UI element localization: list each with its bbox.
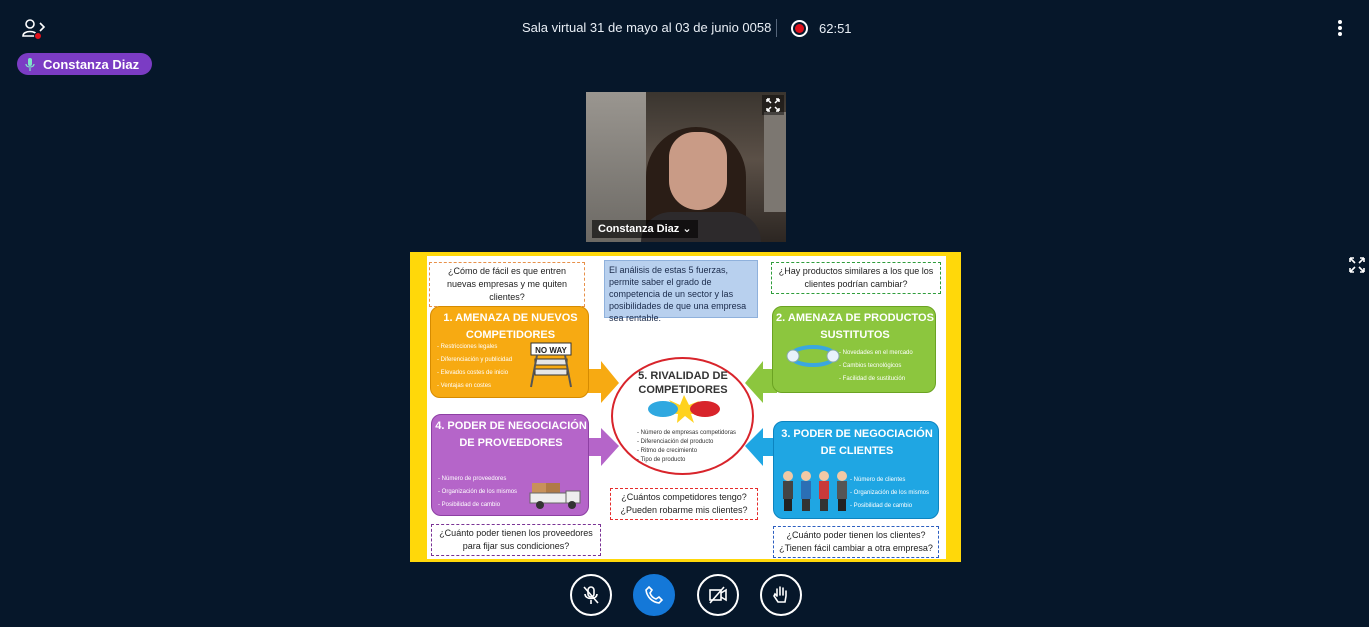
question-competitors: ¿Cuántos competidores tengo? ¿Pueden rob… bbox=[610, 488, 758, 520]
list-item: Restricciones legales bbox=[437, 341, 512, 354]
video-off-icon bbox=[709, 586, 727, 604]
mic-icon bbox=[25, 57, 35, 71]
list-item: Elevados costes de inicio bbox=[437, 367, 512, 380]
barrier-sign-text: NO WAY bbox=[535, 346, 567, 355]
users-list-toggle[interactable] bbox=[22, 18, 48, 40]
barrier-icon: NO WAY bbox=[530, 342, 572, 388]
webcam-user-name[interactable]: Constanza Diaz ⌄ bbox=[592, 220, 698, 238]
force-title: 3. PODER DE NEGOCIACIÓN DE CLIENTES bbox=[781, 428, 933, 457]
rivalry-items: Número de empresas competidoras Diferenc… bbox=[637, 429, 737, 465]
question-clients: ¿Cuánto poder tienen los clientes? ¿Tien… bbox=[773, 526, 939, 558]
list-item: Cambios tecnológicos bbox=[839, 360, 913, 373]
fullscreen-icon bbox=[766, 98, 780, 112]
force-items: Número de clientes Organización de los m… bbox=[850, 474, 929, 513]
list-item: Número de clientes bbox=[850, 474, 929, 487]
force-substitutes: 2. AMENAZA DE PRODUCTOS SUSTITUTOS Noved… bbox=[772, 306, 936, 393]
presentation-slide: ¿Cómo de fácil es que entren nuevas empr… bbox=[410, 252, 961, 562]
more-vertical-icon[interactable] bbox=[1332, 18, 1348, 40]
list-item: Organización de los mismos bbox=[850, 487, 929, 500]
list-item: Ritmo de crecimiento bbox=[637, 447, 736, 456]
list-item: Posibilidad de cambio bbox=[850, 500, 929, 513]
force-suppliers: 4. PODER DE NEGOCIACIÓN DE PROVEEDORES N… bbox=[431, 414, 589, 516]
webcam-fullscreen-button[interactable] bbox=[762, 95, 784, 115]
recycle-icon bbox=[786, 345, 840, 367]
header-separator bbox=[776, 19, 777, 37]
force-clients: 3. PODER DE NEGOCIACIÓN DE CLIENTES Núme… bbox=[773, 421, 939, 519]
phone-icon bbox=[645, 585, 664, 604]
question-suppliers: ¿Cuánto poder tienen los proveedores par… bbox=[431, 524, 601, 556]
list-item: Novedades en el mercado bbox=[839, 347, 913, 360]
leave-audio-button[interactable] bbox=[633, 574, 675, 616]
truck-icon bbox=[529, 483, 581, 509]
intro-note: El análisis de estas 5 fuerzas, permite … bbox=[604, 260, 758, 323]
presentation-fullscreen-button[interactable] bbox=[1347, 255, 1367, 275]
share-webcam-button[interactable] bbox=[697, 574, 739, 616]
force-items: Novedades en el mercado Cambios tecnológ… bbox=[839, 347, 913, 386]
force-title: 4. PODER DE NEGOCIACIÓN DE PROVEEDORES bbox=[435, 420, 587, 449]
force-items: Restricciones legales Diferenciación y p… bbox=[437, 341, 512, 393]
talking-indicator[interactable]: Constanza Diaz bbox=[17, 53, 153, 75]
recording-time: 62:51 bbox=[819, 21, 852, 36]
list-item: Número de proveedores bbox=[438, 473, 517, 486]
slide-content: ¿Cómo de fácil es que entren nuevas empr… bbox=[427, 256, 946, 559]
hand-icon bbox=[773, 586, 787, 603]
list-item: Tipo de producto bbox=[637, 456, 736, 465]
people-icon bbox=[783, 471, 847, 511]
force-title: 2. AMENAZA DE PRODUCTOS SUSTITUTOS bbox=[776, 312, 934, 341]
list-item: Ventajas en costes bbox=[437, 380, 512, 393]
chevron-down-icon: ⌄ bbox=[682, 223, 692, 235]
rivalry-title: 5. RIVALIDAD DE COMPETIDORES bbox=[638, 370, 728, 396]
mute-button[interactable] bbox=[570, 574, 612, 616]
meeting-title: Sala virtual 31 de mayo al 03 de junio 0… bbox=[522, 20, 772, 35]
question-new-entrants: ¿Cómo de fácil es que entren nuevas empr… bbox=[429, 262, 585, 307]
talker-name: Constanza Diaz bbox=[43, 56, 140, 72]
action-bar bbox=[570, 574, 803, 616]
webcam-background-shelf bbox=[764, 112, 786, 212]
force-rivalry: 5. RIVALIDAD DE COMPETIDORES Número de e… bbox=[611, 357, 754, 475]
raise-hand-button[interactable] bbox=[760, 574, 802, 616]
list-item: Diferenciación del producto bbox=[637, 438, 736, 447]
webcam-name-label: Constanza Diaz bbox=[598, 223, 680, 235]
fullscreen-icon bbox=[1349, 257, 1365, 273]
question-substitutes: ¿Hay productos similares a los que los c… bbox=[771, 262, 941, 294]
force-items: Número de proveedores Organización de lo… bbox=[438, 473, 517, 512]
list-item: Diferenciación y publicidad bbox=[437, 354, 512, 367]
list-item: Número de empresas competidoras bbox=[637, 429, 736, 438]
mic-off-icon bbox=[583, 586, 599, 604]
boxing-gloves-icon bbox=[648, 395, 720, 423]
webcam-person-face bbox=[669, 132, 727, 210]
top-bar: Sala virtual 31 de mayo al 03 de junio 0… bbox=[0, 0, 1369, 56]
recording-icon[interactable] bbox=[791, 20, 808, 37]
list-item: Organización de los mismos bbox=[438, 486, 517, 499]
force-new-entrants: 1. AMENAZA DE NUEVOS COMPETIDORES Restri… bbox=[430, 306, 589, 398]
notification-dot bbox=[34, 32, 42, 40]
list-item: Posibilidad de cambio bbox=[438, 499, 517, 512]
list-item: Facilidad de sustitución bbox=[839, 373, 913, 386]
